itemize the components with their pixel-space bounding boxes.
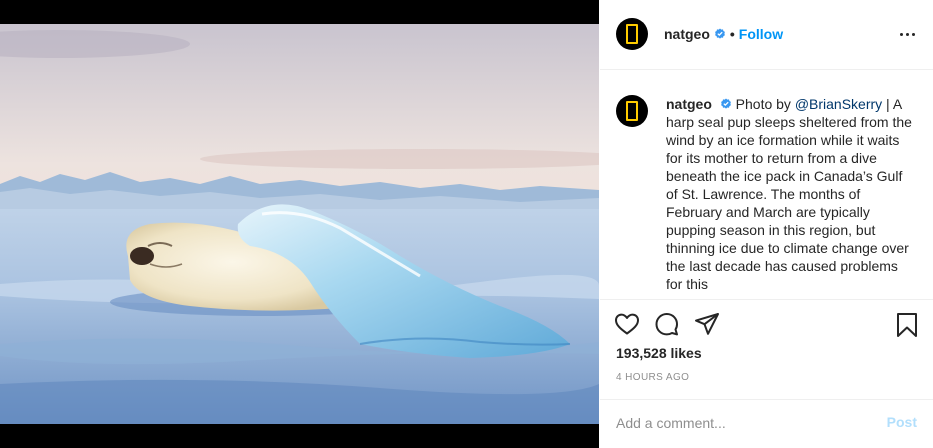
caption-author-avatar[interactable]: [616, 95, 648, 127]
post-header: natgeo • Follow: [600, 0, 933, 70]
post-caption: natgeo Photo by @BrianSkerry | A harp se…: [666, 95, 916, 293]
header-author-row: natgeo • Follow: [664, 26, 783, 42]
author-username[interactable]: natgeo: [664, 26, 710, 42]
post-actions: 193,528 likes 4 HOURS AGO: [600, 299, 933, 399]
paper-plane-icon[interactable]: [694, 312, 720, 336]
header-separator: •: [729, 26, 735, 42]
caption-section: natgeo Photo by @BrianSkerry | A harp se…: [600, 71, 933, 299]
harp-seal-photo: [0, 24, 599, 424]
heart-icon[interactable]: [614, 312, 640, 336]
add-comment-bar: Post: [600, 399, 933, 448]
post-comment-button[interactable]: Post: [887, 414, 917, 430]
verified-badge-icon: [720, 98, 731, 109]
caption-mention-link[interactable]: @BrianSkerry: [795, 96, 882, 112]
post-timestamp[interactable]: 4 HOURS AGO: [616, 372, 689, 383]
more-options-icon[interactable]: [895, 24, 919, 44]
post-media-pane: [0, 0, 599, 448]
post-side-panel: natgeo • Follow natgeo Photo by @BrianSk…: [600, 0, 933, 448]
caption-text-prefix: Photo by: [735, 96, 795, 112]
natgeo-logo-icon: [626, 101, 638, 121]
verified-badge-icon: [714, 28, 725, 39]
bookmark-icon[interactable]: [895, 312, 919, 338]
natgeo-logo-icon: [626, 24, 638, 44]
likes-count[interactable]: 193,528 likes: [616, 345, 702, 361]
author-avatar[interactable]: [616, 18, 648, 50]
post-photo[interactable]: [0, 24, 599, 424]
caption-text-body: | A harp seal pup sleeps sheltered from …: [666, 96, 912, 292]
caption-username[interactable]: natgeo: [666, 96, 712, 112]
comment-input[interactable]: [616, 412, 866, 434]
follow-button[interactable]: Follow: [739, 26, 783, 42]
comment-bubble-icon[interactable]: [654, 312, 680, 336]
